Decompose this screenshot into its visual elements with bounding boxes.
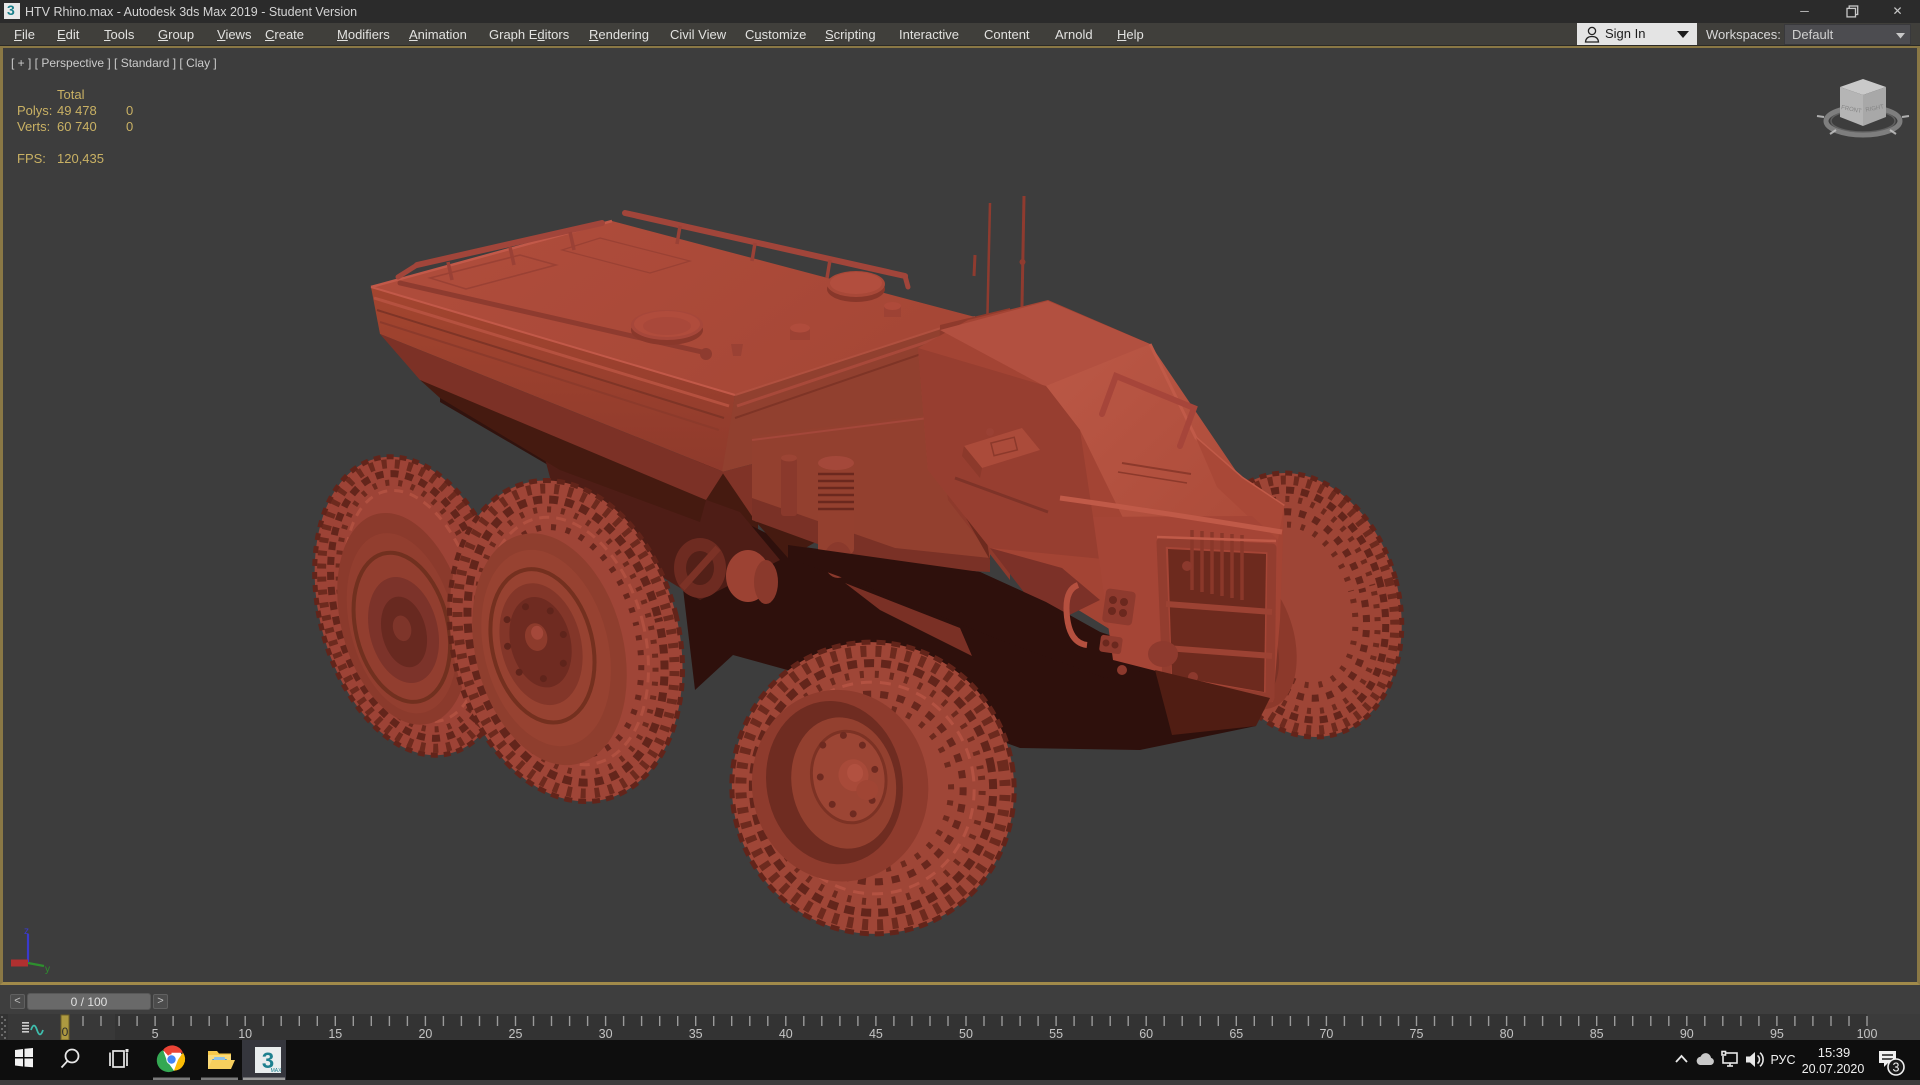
svg-text:75: 75 (1410, 1027, 1424, 1040)
svg-text:70: 70 (1319, 1027, 1333, 1040)
svg-text:РУС: РУС (1770, 1053, 1795, 1067)
svg-text:100: 100 (1857, 1027, 1878, 1040)
svg-text:90: 90 (1680, 1027, 1694, 1040)
svg-text:z: z (24, 926, 29, 937)
svg-text:80: 80 (1500, 1027, 1514, 1040)
svg-text:55: 55 (1049, 1027, 1063, 1040)
svg-text:20.07.2020: 20.07.2020 (1802, 1062, 1865, 1076)
svg-text:20: 20 (418, 1027, 432, 1040)
svg-text:0: 0 (62, 1025, 69, 1039)
svg-text:50: 50 (959, 1027, 973, 1040)
svg-text:65: 65 (1229, 1027, 1243, 1040)
svg-text:45: 45 (869, 1027, 883, 1040)
svg-text:y: y (45, 964, 50, 975)
svg-text:10: 10 (238, 1027, 252, 1040)
svg-text:25: 25 (509, 1027, 523, 1040)
svg-text:30: 30 (599, 1027, 613, 1040)
svg-text:15: 15 (328, 1027, 342, 1040)
svg-text:60: 60 (1139, 1027, 1153, 1040)
svg-text:35: 35 (689, 1027, 703, 1040)
svg-text:85: 85 (1590, 1027, 1604, 1040)
svg-text:5: 5 (152, 1027, 159, 1040)
svg-text:3: 3 (1893, 1061, 1900, 1075)
svg-text:95: 95 (1770, 1027, 1784, 1040)
svg-text:MAX: MAX (271, 1068, 283, 1074)
svg-text:15:39: 15:39 (1818, 1045, 1851, 1060)
svg-text:40: 40 (779, 1027, 793, 1040)
